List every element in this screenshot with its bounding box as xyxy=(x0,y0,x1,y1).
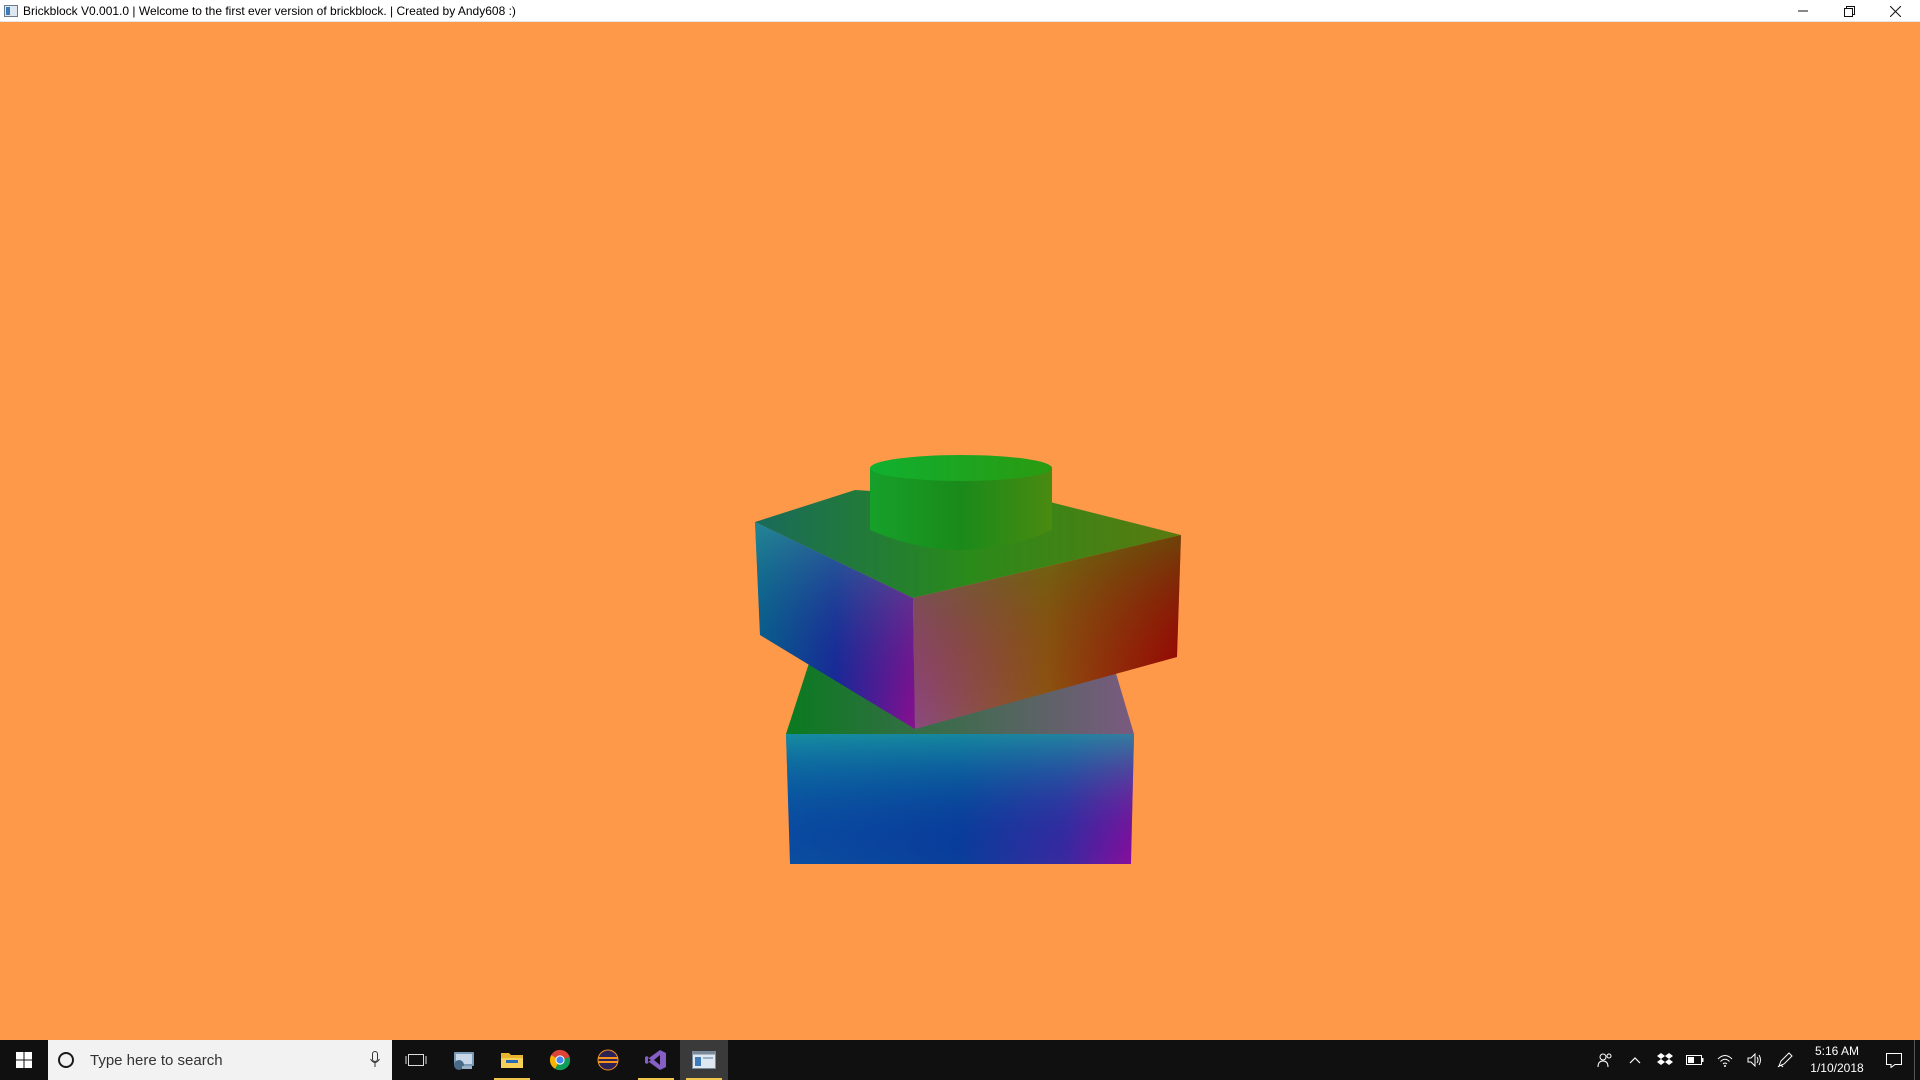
clock[interactable]: 5:16 AM 1/10/2018 xyxy=(1800,1040,1874,1080)
system-tray: 5:16 AM 1/10/2018 xyxy=(1590,1040,1920,1080)
start-button[interactable] xyxy=(0,1040,48,1080)
taskbar-app-visual-studio[interactable] xyxy=(632,1040,680,1080)
cortana-icon xyxy=(58,1052,74,1068)
windows-ink-button[interactable] xyxy=(1770,1040,1800,1080)
visual-studio-icon xyxy=(645,1050,666,1070)
minimize-icon xyxy=(1798,10,1808,12)
app-icon xyxy=(4,4,18,17)
minimize-button[interactable] xyxy=(1780,0,1826,22)
chevron-up-icon xyxy=(1629,1057,1641,1064)
show-hidden-icons-button[interactable] xyxy=(1620,1040,1650,1080)
restore-icon xyxy=(1843,5,1855,17)
task-view-icon xyxy=(405,1054,427,1066)
search-box[interactable] xyxy=(48,1040,392,1080)
chrome-icon xyxy=(549,1049,571,1071)
file-explorer-icon xyxy=(501,1053,523,1068)
game-viewport[interactable] xyxy=(0,22,1920,1040)
volume-icon xyxy=(1747,1053,1761,1067)
brickblock-app-icon xyxy=(692,1051,716,1069)
notification-icon xyxy=(1886,1052,1902,1068)
control-panel-icon xyxy=(454,1052,474,1070)
battery-icon xyxy=(1686,1055,1704,1065)
window-title: Brickblock V0.001.0 | Welcome to the fir… xyxy=(23,3,516,18)
taskbar-app-brickblock[interactable] xyxy=(680,1040,728,1080)
battery-button[interactable] xyxy=(1680,1040,1710,1080)
pen-icon xyxy=(1777,1052,1793,1068)
restore-button[interactable] xyxy=(1826,0,1872,22)
clock-time: 5:16 AM xyxy=(1814,1044,1860,1058)
action-center-button[interactable] xyxy=(1874,1040,1914,1080)
taskbar-app-control-panel[interactable] xyxy=(440,1040,488,1080)
eclipse-icon xyxy=(597,1049,619,1071)
network-button[interactable] xyxy=(1710,1040,1740,1080)
wifi-icon xyxy=(1717,1055,1733,1067)
people-button[interactable] xyxy=(1590,1040,1620,1080)
stud-top xyxy=(870,455,1052,481)
taskbar: 5:16 AM 1/10/2018 xyxy=(0,1040,1920,1080)
taskbar-app-file-explorer[interactable] xyxy=(488,1040,536,1080)
dropbox-tray-button[interactable] xyxy=(1650,1040,1680,1080)
taskbar-app-chrome[interactable] xyxy=(536,1040,584,1080)
show-desktop-button[interactable] xyxy=(1914,1040,1920,1080)
volume-button[interactable] xyxy=(1740,1040,1770,1080)
taskbar-app-eclipse[interactable] xyxy=(584,1040,632,1080)
task-view-button[interactable] xyxy=(392,1040,440,1080)
dropbox-icon xyxy=(1657,1053,1673,1065)
close-button[interactable] xyxy=(1872,0,1918,22)
people-icon xyxy=(1597,1053,1612,1068)
brick-stud xyxy=(870,455,1052,550)
microphone-icon[interactable] xyxy=(370,1051,380,1068)
title-bar: Brickblock V0.001.0 | Welcome to the fir… xyxy=(0,0,1920,22)
search-input[interactable] xyxy=(88,1050,342,1070)
clock-date: 1/10/2018 xyxy=(1810,1061,1864,1075)
windows-logo-icon xyxy=(16,1052,32,1068)
close-icon xyxy=(1889,5,1901,17)
brick-scene xyxy=(755,455,1181,864)
